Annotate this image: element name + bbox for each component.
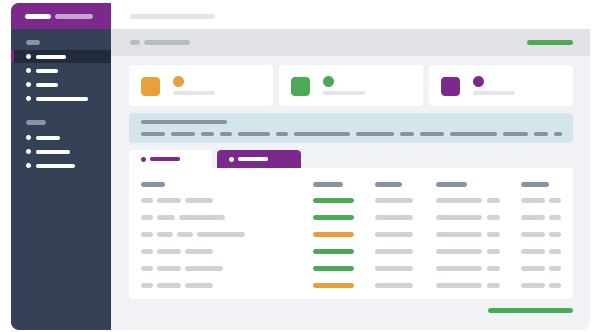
sidebar-item[interactable] bbox=[11, 159, 111, 172]
column-header[interactable] bbox=[521, 182, 549, 187]
sidebar-item-label bbox=[36, 135, 60, 140]
sidebar-item-label bbox=[36, 82, 58, 87]
table-row[interactable] bbox=[129, 249, 573, 257]
bullet-icon bbox=[26, 135, 31, 140]
sidebar-section-heading bbox=[26, 40, 40, 45]
sidebar-item[interactable] bbox=[11, 50, 111, 63]
sidebar-item[interactable] bbox=[11, 145, 111, 158]
purple-tile-icon bbox=[441, 77, 460, 96]
bullet-icon bbox=[229, 156, 234, 162]
status-dot-icon bbox=[323, 76, 334, 87]
sidebar-item-label bbox=[36, 163, 75, 168]
breadcrumb-bar bbox=[111, 29, 590, 56]
bullet-icon bbox=[26, 163, 31, 168]
column-header[interactable] bbox=[436, 182, 467, 187]
data-table bbox=[129, 168, 573, 299]
bullet-icon bbox=[26, 82, 31, 87]
filter-chip[interactable] bbox=[276, 132, 288, 136]
status-bar bbox=[313, 249, 354, 254]
filter-banner bbox=[129, 113, 573, 143]
home-icon[interactable] bbox=[130, 40, 140, 45]
table-row[interactable] bbox=[129, 198, 573, 206]
filter-chip[interactable] bbox=[141, 132, 165, 136]
status-bar bbox=[313, 266, 354, 271]
sidebar-item[interactable] bbox=[11, 78, 111, 91]
bullet-icon bbox=[26, 149, 31, 154]
filter-chip[interactable] bbox=[450, 132, 497, 136]
sidebar-item-label bbox=[36, 54, 66, 59]
sidebar-item-label bbox=[36, 68, 58, 73]
tab-label bbox=[238, 157, 268, 161]
banner-title bbox=[141, 120, 227, 124]
status-dot-icon bbox=[473, 76, 484, 87]
tab[interactable] bbox=[129, 150, 212, 168]
stat-card[interactable] bbox=[429, 65, 573, 106]
stat-label bbox=[323, 91, 365, 95]
sidebar-item[interactable] bbox=[11, 92, 111, 105]
top-bar bbox=[111, 3, 590, 29]
primary-action-button[interactable] bbox=[527, 40, 573, 45]
status-bar bbox=[313, 198, 354, 203]
bullet-icon bbox=[26, 96, 31, 101]
sidebar-item[interactable] bbox=[11, 64, 111, 77]
filter-chip[interactable] bbox=[534, 132, 548, 136]
filter-chip[interactable] bbox=[238, 132, 270, 136]
bullet-icon bbox=[26, 54, 31, 59]
bullet-icon bbox=[141, 156, 146, 162]
table-row[interactable] bbox=[129, 283, 573, 291]
filter-chip[interactable] bbox=[201, 132, 214, 136]
filter-chip[interactable] bbox=[400, 132, 414, 136]
filter-chip[interactable] bbox=[356, 132, 394, 136]
filter-chip[interactable] bbox=[503, 132, 528, 136]
stat-label bbox=[173, 91, 215, 95]
footer-action-button[interactable] bbox=[488, 308, 573, 313]
stat-card[interactable] bbox=[279, 65, 423, 106]
sidebar-item[interactable] bbox=[11, 131, 111, 144]
stat-label bbox=[473, 91, 515, 95]
logo-mark bbox=[25, 13, 51, 19]
column-header[interactable] bbox=[375, 182, 402, 187]
sidebar bbox=[11, 3, 111, 330]
table-row[interactable] bbox=[129, 215, 573, 223]
tab-active[interactable] bbox=[217, 150, 301, 168]
filter-chip[interactable] bbox=[554, 132, 562, 136]
status-bar bbox=[313, 215, 354, 220]
breadcrumb[interactable] bbox=[144, 40, 190, 45]
sidebar-section-heading bbox=[26, 120, 46, 125]
filter-chip[interactable] bbox=[420, 132, 444, 136]
column-header[interactable] bbox=[313, 182, 343, 187]
tab-label bbox=[150, 157, 180, 161]
bullet-icon bbox=[26, 68, 31, 73]
green-tile-icon bbox=[291, 77, 310, 96]
status-bar bbox=[313, 232, 354, 237]
app-window bbox=[11, 3, 590, 330]
status-dot-icon bbox=[173, 76, 184, 87]
stat-card[interactable] bbox=[129, 65, 273, 106]
table-row[interactable] bbox=[129, 232, 573, 240]
brand-logo[interactable] bbox=[11, 3, 111, 29]
filter-chip[interactable] bbox=[220, 132, 232, 136]
sidebar-item-label bbox=[36, 149, 70, 154]
filter-chip[interactable] bbox=[294, 132, 350, 136]
sidebar-item-label bbox=[36, 96, 88, 101]
filter-chip[interactable] bbox=[171, 132, 195, 136]
page-title bbox=[130, 14, 215, 19]
orange-tile-icon bbox=[141, 77, 160, 96]
logo-wordmark bbox=[55, 13, 93, 19]
table-row[interactable] bbox=[129, 266, 573, 274]
column-header[interactable] bbox=[141, 182, 165, 187]
status-bar bbox=[313, 283, 354, 288]
